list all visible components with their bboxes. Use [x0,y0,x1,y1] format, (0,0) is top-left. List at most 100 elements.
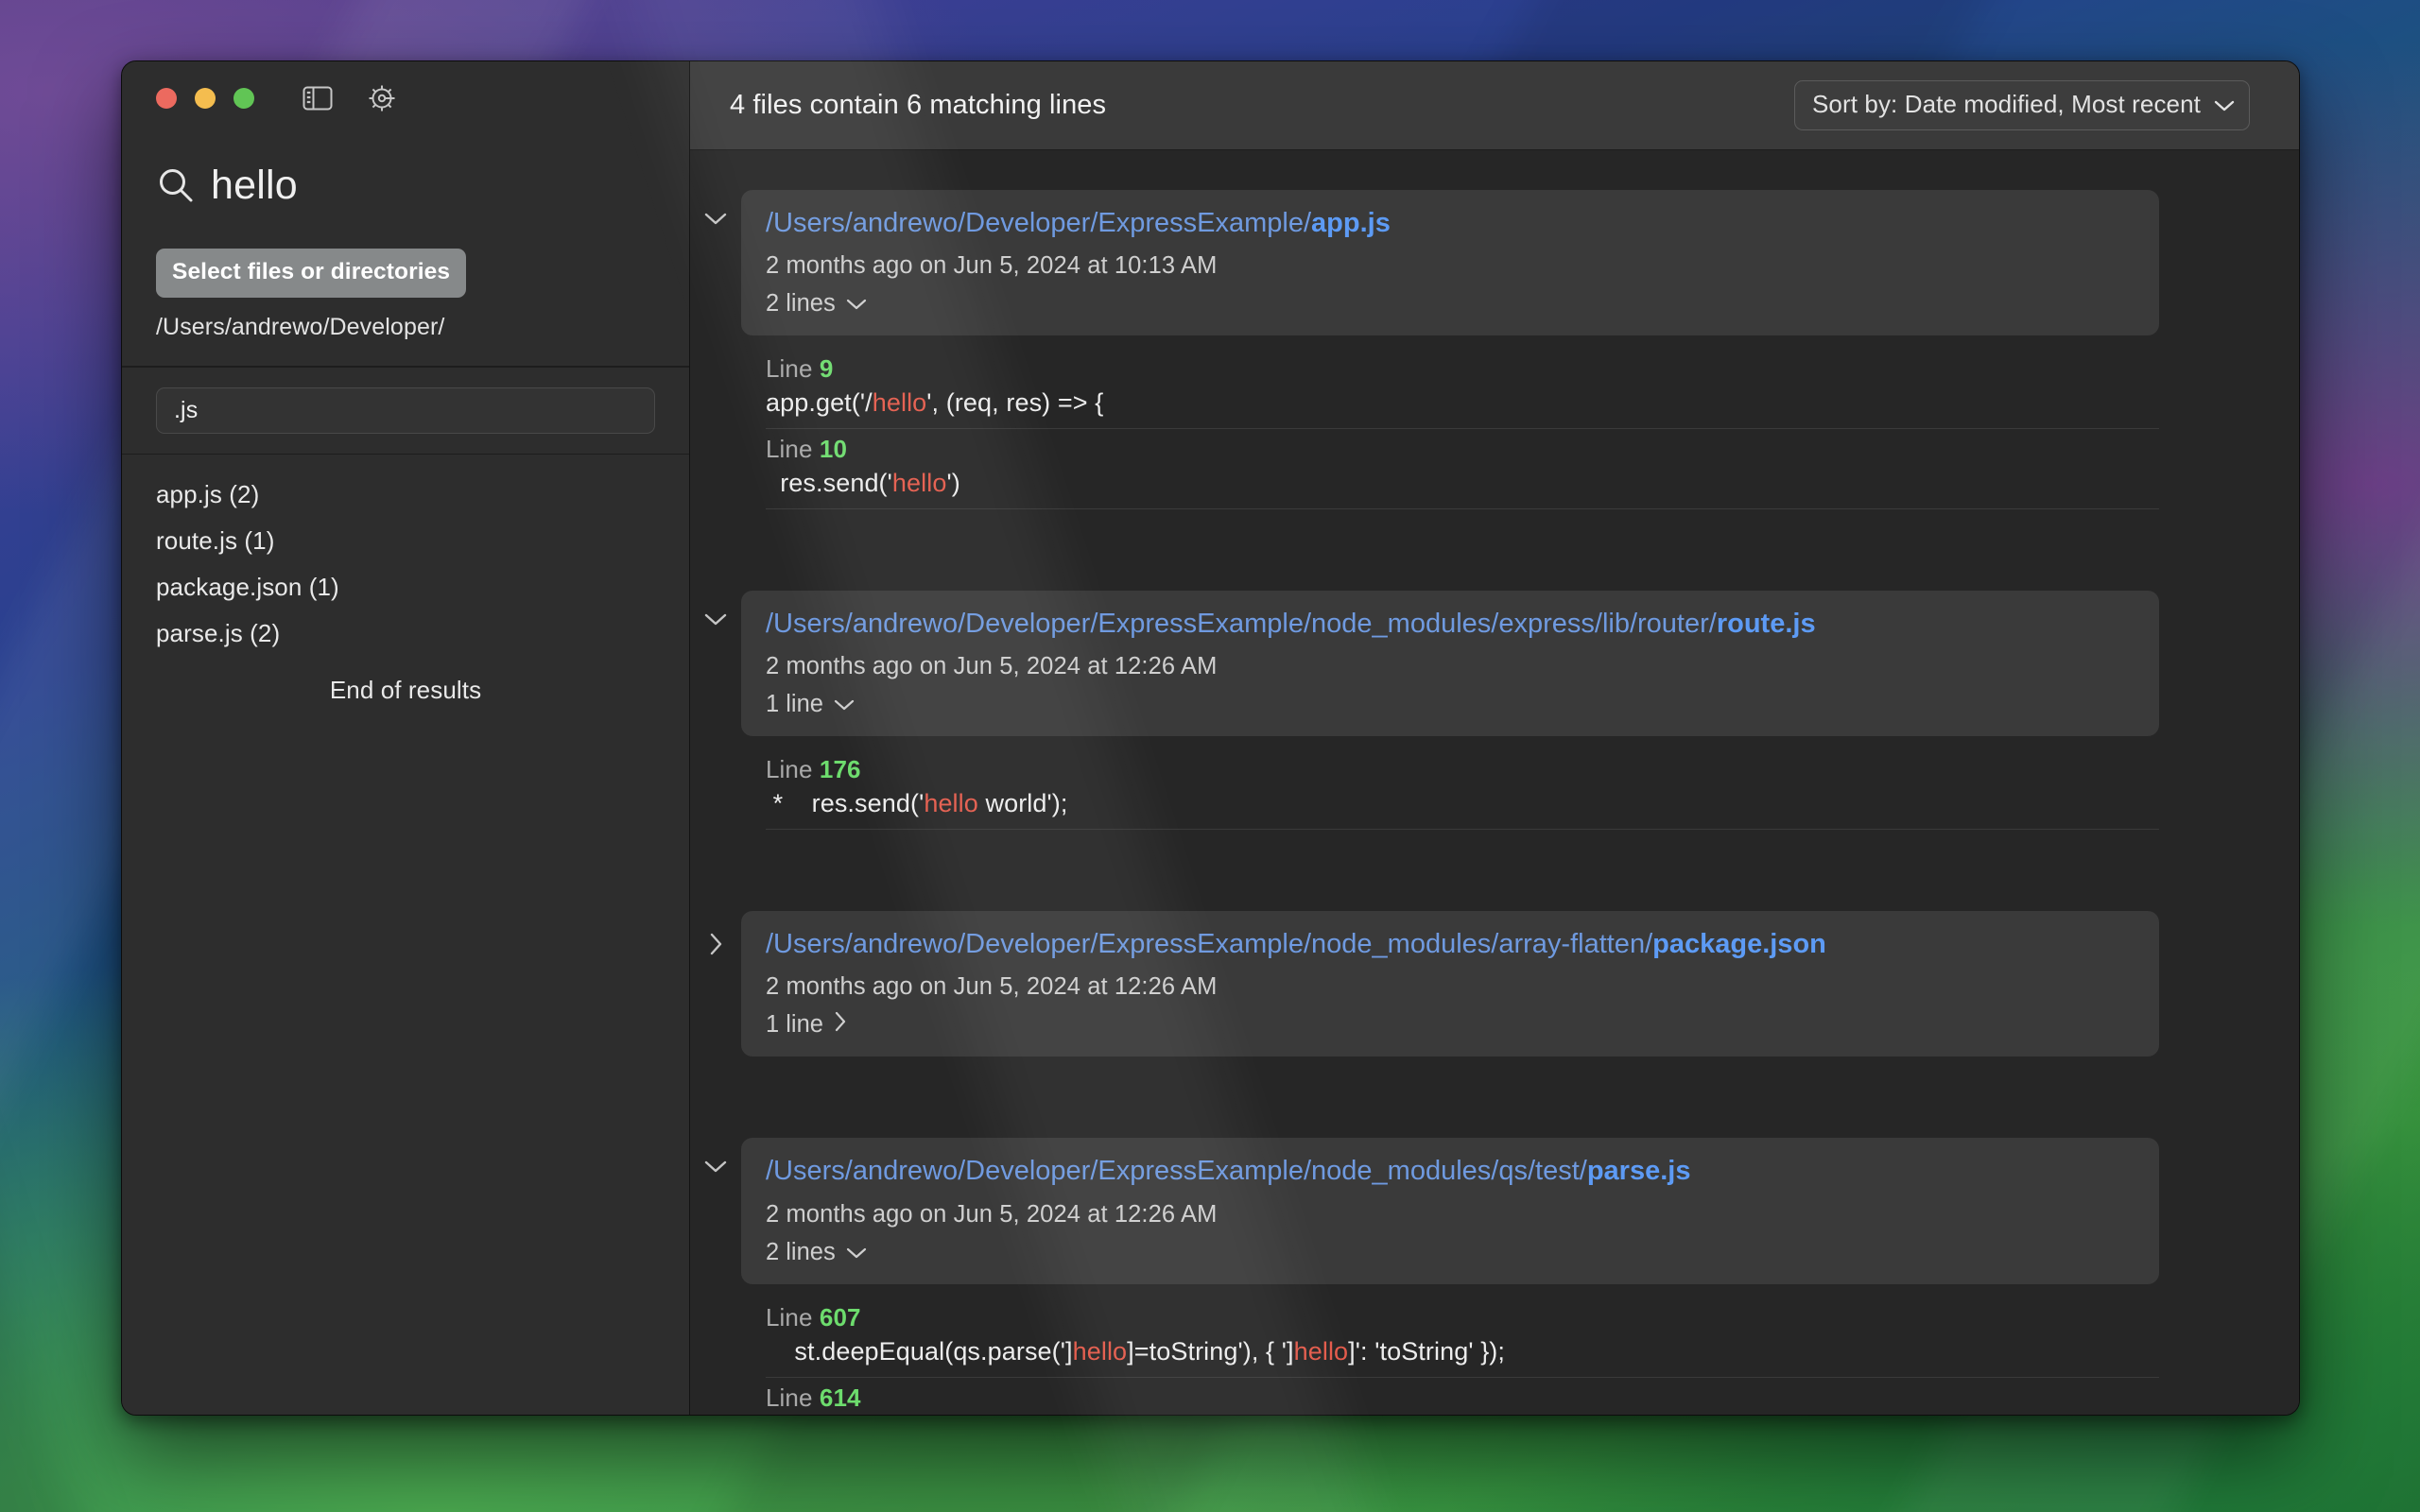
match-line-number: 607 [819,1302,861,1332]
file-path[interactable]: /Users/andrewo/Developer/ExpressExample/… [766,205,2135,242]
match-line-number: 10 [819,435,848,464]
sidebar-toggle-icon[interactable] [302,82,334,114]
select-files-button[interactable]: Select files or directories [156,249,467,298]
match-highlight: hello [872,388,927,418]
match-highlight: hello [891,469,947,498]
disclosure-expanded-icon[interactable] [690,591,741,627]
list-item[interactable]: package.json (1) [122,564,689,610]
extension-filter-input[interactable] [156,387,655,434]
chevron-down-icon [846,1239,867,1266]
code-segment: app.get('/ [766,388,873,418]
sidebar-end-of-results: End of results [329,676,482,704]
result-group: /Users/andrewo/Developer/ExpressExample/… [690,190,2299,510]
match-line-label: Line 607 [766,1302,861,1332]
match-row[interactable]: Line 607 st.deepEqual(qs.parse(']hello]=… [766,1297,2159,1378]
disclosure-collapsed-icon[interactable] [690,911,741,956]
result-card[interactable]: /Users/andrewo/Developer/ExpressExample/… [741,911,2159,1057]
result-card[interactable]: /Users/andrewo/Developer/ExpressExample/… [741,591,2159,737]
match-list: Line 176 * res.send('hello world'); [690,736,2299,831]
results-header: 4 files contain 6 matching lines Sort by… [690,61,2299,150]
file-path-directory: /Users/andrewo/Developer/ExpressExample/… [766,929,1653,960]
code-segment: st.deepEqual(qs.parse('] [766,1336,1073,1366]
file-modified-date: 2 months ago on Jun 5, 2024 at 12:26 AM [766,653,1218,680]
file-path[interactable]: /Users/andrewo/Developer/ExpressExample/… [766,606,2135,643]
list-item[interactable]: app.js (2) [122,472,689,518]
sidebar-divider-bottom [122,453,689,455]
match-line-number: 614 [819,1383,861,1412]
close-window-button[interactable] [156,88,177,109]
window-titlebar [122,61,689,135]
minimize-window-button[interactable] [195,88,216,109]
search-input[interactable] [196,162,735,209]
app-window: Select files or directories /Users/andre… [121,60,2300,1416]
result-group: /Users/andrewo/Developer/ExpressExample/… [690,591,2299,831]
gear-icon[interactable] [366,82,398,114]
sidebar-divider-top [122,366,689,368]
lines-count-label: 2 lines [766,1238,836,1265]
chevron-right-icon [834,1011,847,1039]
code-segment: ') [946,469,960,498]
file-path-name: package.json [1652,929,1826,960]
results-panel: 4 files contain 6 matching lines Sort by… [690,61,2299,1415]
result-card[interactable]: /Users/andrewo/Developer/ExpressExample/… [741,1138,2159,1284]
match-highlight: hello [1293,1336,1349,1366]
list-item[interactable]: route.js (1) [122,518,689,564]
results-list[interactable]: /Users/andrewo/Developer/ExpressExample/… [690,150,2299,1415]
search-bar [122,135,777,222]
file-path[interactable]: /Users/andrewo/Developer/ExpressExample/… [766,926,2135,963]
page-title: 4 files contain 6 matching lines [730,90,1107,120]
match-highlight: hello [924,789,978,818]
lines-count-label: 1 line [766,1011,823,1039]
choose-files-row: Select files or directories [122,222,689,298]
code-segment: * res.send(' [766,789,925,818]
lines-count-toggle[interactable]: 1 line [766,680,855,718]
titlebar-icons [302,82,398,114]
match-row[interactable]: Line 10 res.send('hello') [766,429,2159,510]
match-code: st.deepEqual(qs.parse('[hello[=toString'… [766,1413,2159,1415]
match-code: * res.send('hello world'); [766,784,2159,818]
match-line-label: Line 614 [766,1383,861,1412]
lines-count-toggle[interactable]: 2 lines [766,280,867,318]
match-row[interactable]: Line 176 * res.send('hello world'); [766,749,2159,831]
list-item[interactable]: parse.js (2) [122,610,689,657]
clear-search-button[interactable] [735,163,777,207]
lines-count-label: 1 line [766,691,823,718]
file-path-directory: /Users/andrewo/Developer/ExpressExample/… [766,1156,1587,1187]
search-icon [156,165,196,205]
file-path-name: route.js [1716,609,1816,640]
match-line-label: Line 10 [766,435,848,464]
disclosure-expanded-icon[interactable] [690,190,741,226]
chosen-path-label: /Users/andrewo/Developer/ [156,314,445,340]
file-path[interactable]: /Users/andrewo/Developer/ExpressExample/… [766,1153,2135,1190]
chevron-down-icon [2214,90,2235,119]
chevron-down-icon [846,290,867,318]
result-card[interactable]: /Users/andrewo/Developer/ExpressExample/… [741,190,2159,336]
code-segment: ]': 'toString' }); [1348,1336,1506,1366]
disclosure-expanded-icon[interactable] [690,1138,741,1174]
match-row[interactable]: Line 614 st.deepEqual(qs.parse('[hello[=… [766,1378,2159,1415]
code-segment: ', (req, res) => { [926,388,1104,418]
match-line-label: Line 9 [766,354,834,384]
match-row[interactable]: Line 9 app.get('/hello', (req, res) => { [766,349,2159,430]
match-highlight: hello [1072,1336,1128,1366]
extension-filter-row [122,367,689,454]
sort-by-label: Sort by: Date modified, Most recent [1811,90,2201,118]
traffic-lights [156,88,254,109]
chevron-down-icon [834,691,855,718]
matched-file-list: app.js (2) route.js (1) package.json (1)… [122,455,689,1415]
sort-by-button[interactable]: Sort by: Date modified, Most recent [1793,80,2250,130]
file-path-directory: /Users/andrewo/Developer/ExpressExample/… [766,609,1717,640]
lines-count-toggle[interactable]: 1 line [766,1001,847,1039]
file-path-name: app.js [1311,208,1391,238]
result-group: /Users/andrewo/Developer/ExpressExample/… [690,1138,2299,1415]
code-segment: world'); [977,789,1068,818]
sidebar: Select files or directories /Users/andre… [122,61,777,1415]
match-line-number: 176 [819,755,861,784]
match-list: Line 607 st.deepEqual(qs.parse(']hello]=… [690,1284,2299,1415]
maximize-window-button[interactable] [233,88,254,109]
lines-count-toggle[interactable]: 2 lines [766,1228,867,1266]
file-modified-date: 2 months ago on Jun 5, 2024 at 12:26 AM [766,1200,1218,1228]
